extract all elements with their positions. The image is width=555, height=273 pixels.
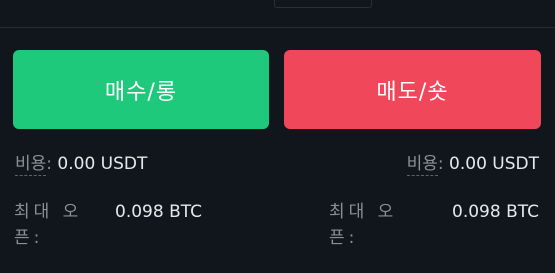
buy-cost-value: 0.00 USDT bbox=[57, 154, 148, 174]
buy-cost-row: 비용: 0.00 USDT bbox=[15, 149, 148, 176]
sell-cost-row: 비용: 0.00 USDT bbox=[406, 149, 539, 176]
sell-max-open-label: 최대 오픈: bbox=[329, 202, 398, 248]
sell-max-open-value: 0.098 BTC bbox=[452, 202, 539, 222]
buy-cost-colon: : bbox=[46, 154, 53, 174]
buy-cost-label[interactable]: 비용 bbox=[15, 154, 47, 176]
section-divider bbox=[0, 27, 555, 28]
sell-cost-value: 0.00 USDT bbox=[449, 154, 539, 174]
sell-cost-label[interactable]: 비용 bbox=[406, 154, 438, 176]
tab-edge bbox=[274, 0, 372, 8]
buy-max-open-value: 0.098 BTC bbox=[115, 202, 202, 222]
buy-long-button[interactable]: 매수/롱 bbox=[13, 50, 269, 129]
buy-max-open-label: 최대 오픈: bbox=[14, 202, 83, 248]
sell-short-button[interactable]: 매도/숏 bbox=[284, 50, 541, 129]
sell-cost-colon: : bbox=[437, 154, 444, 174]
